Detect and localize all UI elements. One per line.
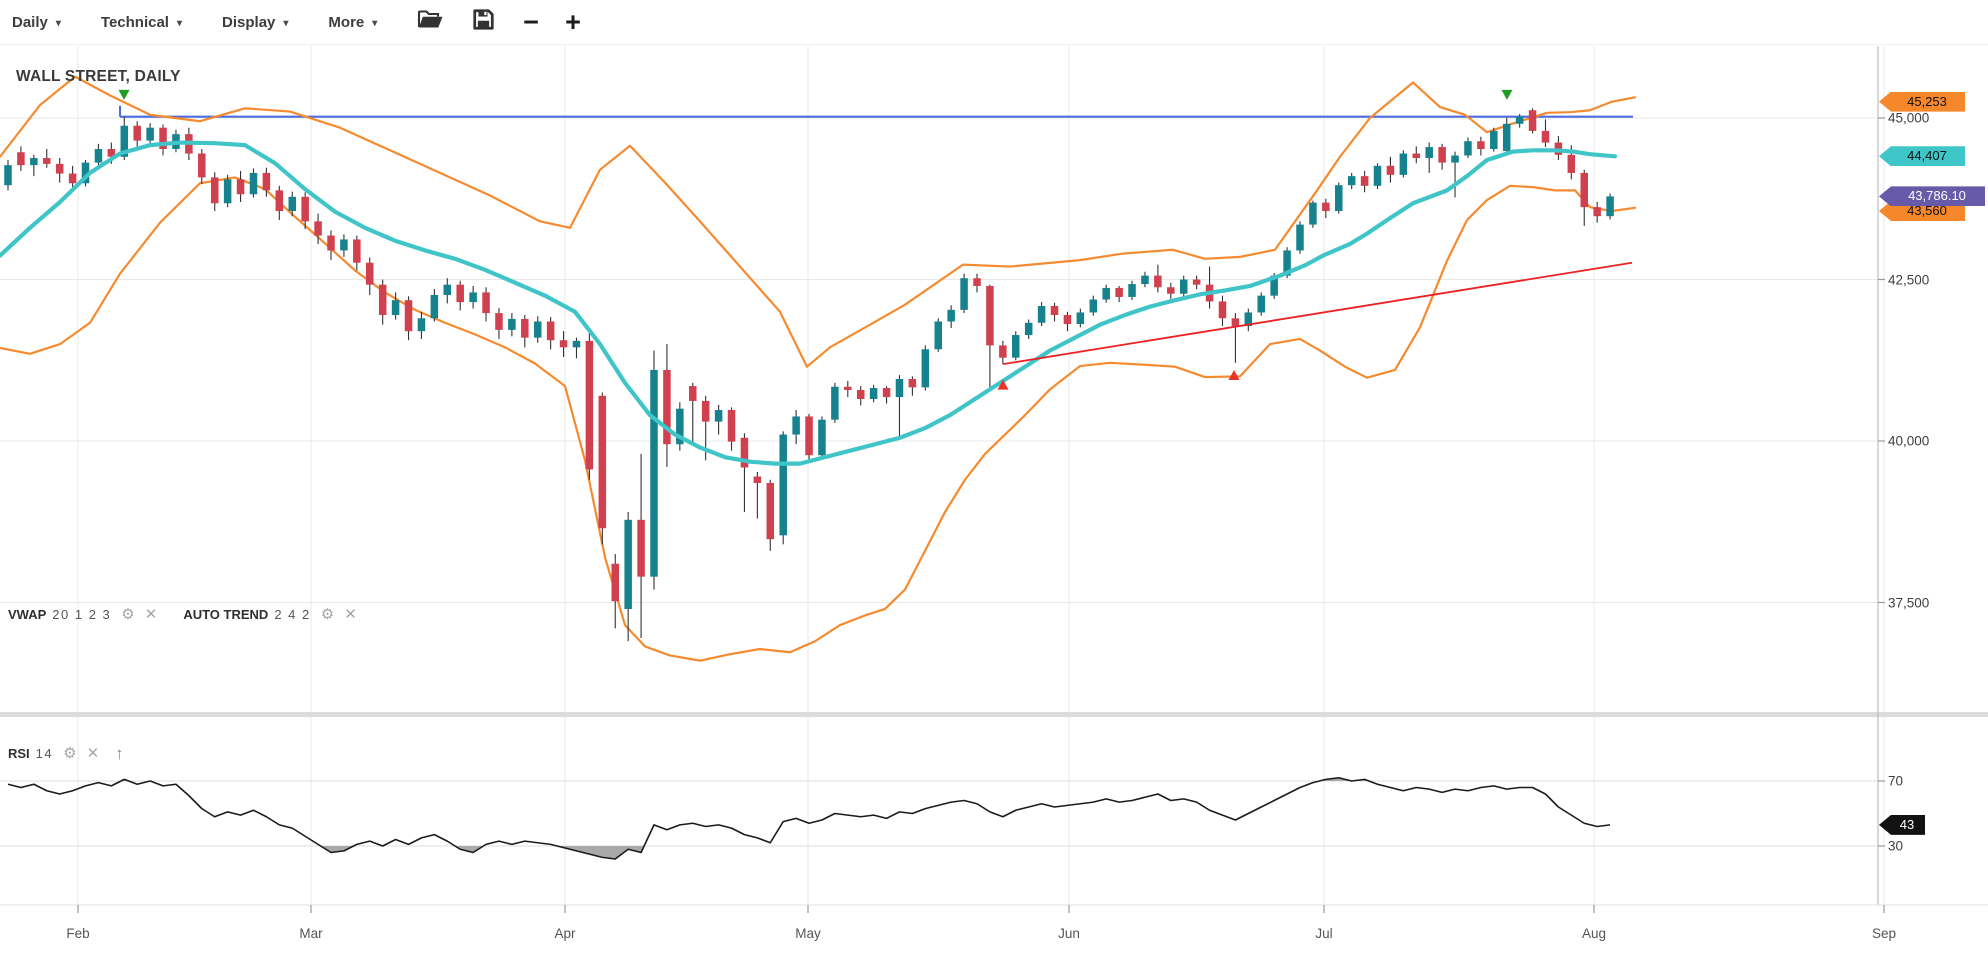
rsi-indicator-params: 14 bbox=[36, 746, 53, 761]
price-axis-label: 42,500 bbox=[1888, 272, 1929, 287]
price-axis-label: 45,000 bbox=[1888, 111, 1929, 126]
auto-trend-indicator-params: 2 4 2 bbox=[274, 607, 310, 622]
last-price-badge: 43,786.10 bbox=[1879, 186, 1985, 206]
x-axis-label: Apr bbox=[554, 926, 575, 941]
x-axis-label: Jun bbox=[1058, 926, 1080, 941]
x-axis-label: Aug bbox=[1582, 926, 1606, 941]
x-axis-label: Sep bbox=[1872, 926, 1896, 941]
menu-display[interactable]: Display ▾ bbox=[222, 14, 288, 31]
bb-upper-badge: 45,253 bbox=[1879, 92, 1965, 112]
menu-technical[interactable]: Technical ▾ bbox=[101, 14, 182, 31]
move-indicator-up-icon[interactable]: ↑ bbox=[115, 745, 124, 762]
menu-more-label: More bbox=[328, 14, 364, 31]
chevron-down-icon: ▾ bbox=[56, 18, 61, 29]
menu-more[interactable]: More ▾ bbox=[328, 14, 377, 31]
rsi-axis-label: 70 bbox=[1888, 774, 1903, 789]
x-axis-label: Jul bbox=[1315, 926, 1332, 941]
toolbar: Daily ▾ Technical ▾ Display ▾ More ▾ bbox=[0, 0, 1988, 45]
gear-icon[interactable]: ⚙ bbox=[63, 746, 76, 761]
save-chart-button[interactable] bbox=[472, 8, 495, 36]
chevron-down-icon: ▾ bbox=[372, 18, 377, 29]
menu-technical-label: Technical bbox=[101, 14, 169, 31]
indicator-row-price: VWAP 20 1 2 3 ⚙ ✕ AUTO TREND 2 4 2 ⚙ ✕ bbox=[8, 607, 357, 622]
menu-timeframe[interactable]: Daily ▾ bbox=[12, 14, 61, 31]
page-title: WALL STREET, DAILY bbox=[16, 68, 181, 86]
price-axis-label: 40,000 bbox=[1888, 434, 1929, 449]
menu-display-label: Display bbox=[222, 14, 275, 31]
auto-trend-indicator-label: AUTO TREND bbox=[183, 607, 268, 622]
chevron-down-icon: ▾ bbox=[177, 18, 182, 29]
chevron-down-icon: ▾ bbox=[283, 18, 288, 29]
rsi-indicator-label: RSI bbox=[8, 746, 30, 761]
zoom-out-button[interactable]: − bbox=[523, 12, 539, 32]
price-chart-canvas[interactable] bbox=[0, 0, 1988, 956]
open-chart-button[interactable] bbox=[417, 9, 444, 35]
vwap-indicator-params: 20 1 2 3 bbox=[52, 607, 111, 622]
x-axis-label: Mar bbox=[299, 926, 322, 941]
gear-icon[interactable]: ⚙ bbox=[321, 607, 334, 622]
indicator-row-rsi: RSI 14 ⚙ ✕ ↑ bbox=[8, 745, 124, 762]
zoom-in-button[interactable]: + bbox=[565, 12, 581, 32]
close-icon[interactable]: ✕ bbox=[344, 607, 357, 622]
close-icon[interactable]: ✕ bbox=[87, 746, 100, 761]
vwap-indicator-label: VWAP bbox=[8, 607, 46, 622]
x-axis-label: May bbox=[795, 926, 821, 941]
x-axis-label: Feb bbox=[66, 926, 89, 941]
save-icon bbox=[472, 8, 495, 36]
gear-icon[interactable]: ⚙ bbox=[121, 607, 134, 622]
menu-timeframe-label: Daily bbox=[12, 14, 48, 31]
price-axis-label: 37,500 bbox=[1888, 595, 1929, 610]
close-icon[interactable]: ✕ bbox=[145, 607, 158, 622]
rsi-axis-label: 30 bbox=[1888, 839, 1903, 854]
trading-app: { "title": "WALL STREET, DAILY", "toolba… bbox=[0, 0, 1988, 956]
folder-open-icon bbox=[417, 9, 444, 35]
vwap-badge: 44,407 bbox=[1879, 146, 1965, 166]
